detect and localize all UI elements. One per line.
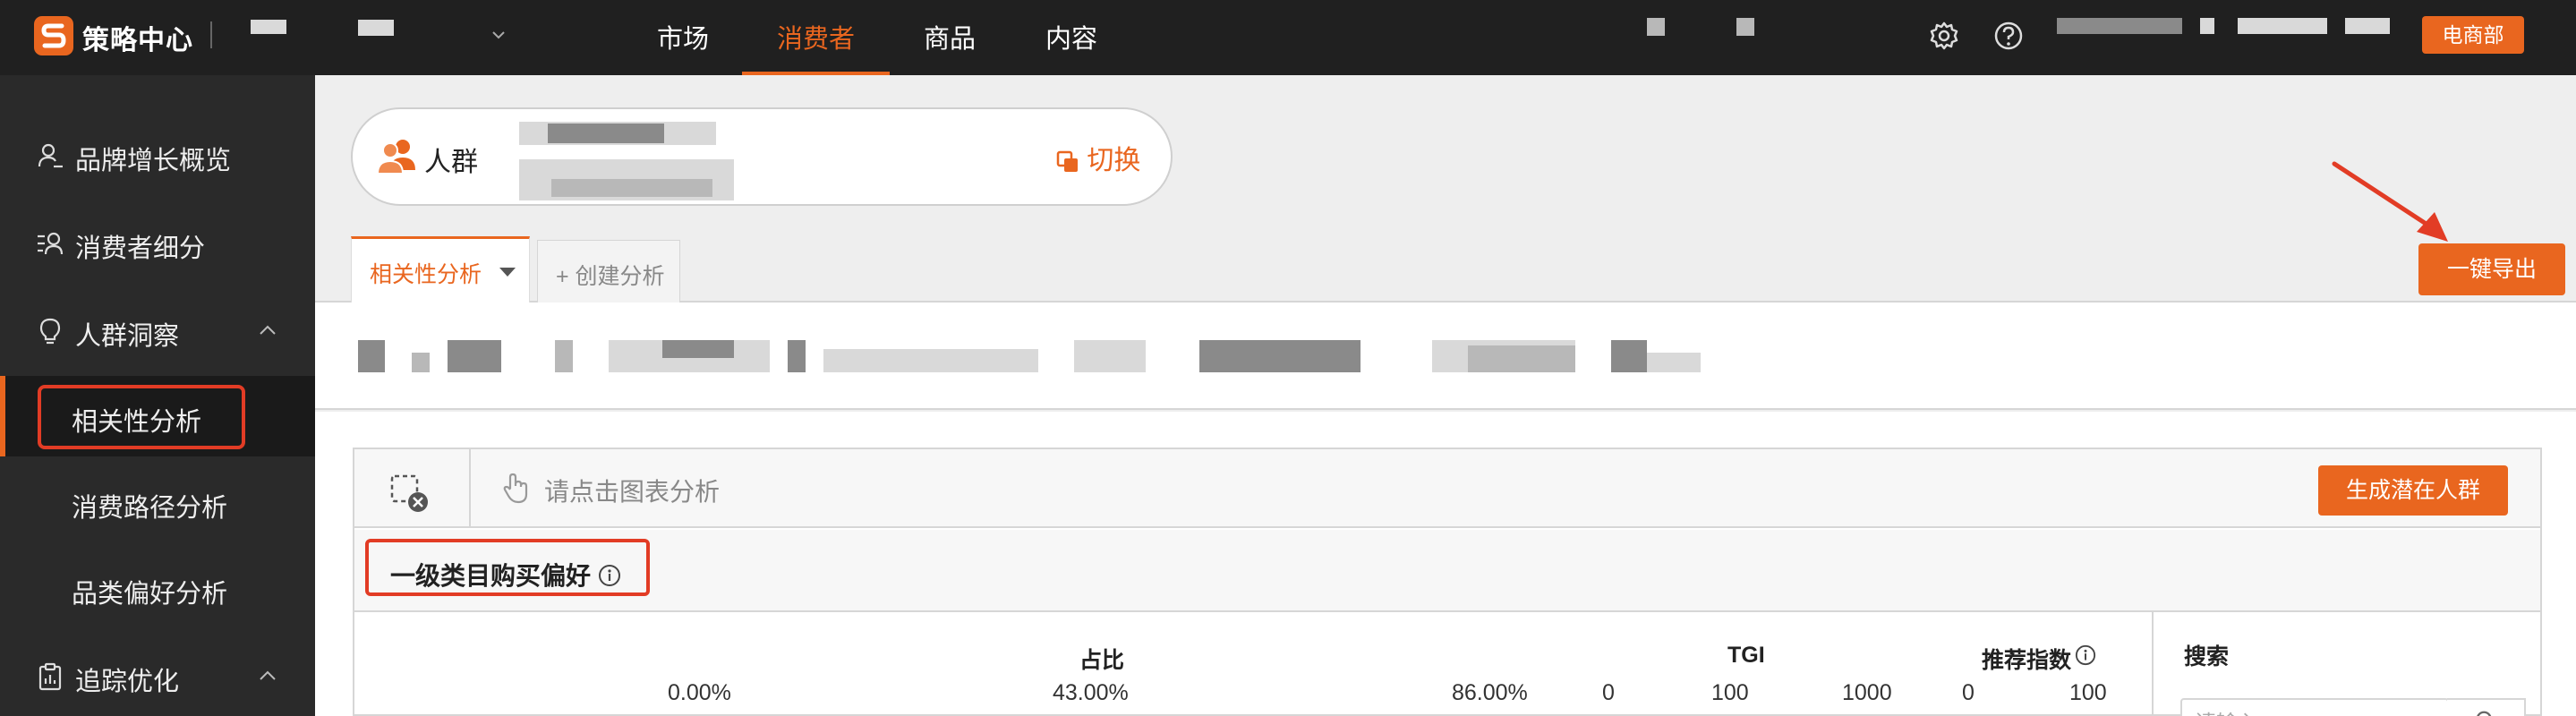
sidebar-item-label: 消费者细分 — [75, 234, 206, 263]
redacted-text — [1647, 18, 1665, 36]
logo-icon — [34, 16, 73, 55]
sidebar-item-label: 消费路径分析 — [72, 494, 228, 523]
nav-product[interactable]: 商品 — [924, 18, 976, 55]
recommend-axis-min: 0 — [1962, 680, 1975, 705]
help-icon[interactable] — [1992, 20, 2025, 52]
sidebar-item-brand-growth[interactable]: 品牌增长概览 — [0, 115, 315, 195]
search-label: 搜索 — [2184, 644, 2230, 669]
clipboard-chart-icon — [38, 662, 62, 691]
switch-crowd-link[interactable]: 切换 — [1056, 138, 1140, 177]
arrow-annotation-icon — [2332, 161, 2448, 242]
tab-label: 相关性分析 — [370, 262, 482, 287]
person-chart-icon — [38, 143, 63, 168]
search-icon — [2477, 711, 2492, 716]
nav-content[interactable]: 内容 — [1045, 18, 1097, 55]
chevron-up-icon[interactable] — [256, 320, 279, 340]
sidebar-item-crowd-insight[interactable]: 人群洞察 — [0, 290, 315, 371]
sidebar-item-label: 人群洞察 — [75, 322, 180, 351]
top-bar: 策略中心 市场 消费者 商品 内容 电商部 — [0, 0, 2576, 75]
tab-correlation-analysis[interactable]: 相关性分析 — [351, 236, 530, 303]
description-redacted — [448, 340, 501, 372]
divider — [469, 449, 471, 528]
user-list-icon — [38, 232, 64, 255]
caret-down-icon[interactable] — [499, 268, 516, 277]
column-header-share: 占比 — [1079, 648, 1125, 673]
sidebar-item-path-analysis[interactable]: 消费路径分析 — [0, 462, 315, 542]
share-axis-mid: 43.00% — [1053, 680, 1129, 705]
create-analysis-text: 创建分析 — [575, 264, 665, 289]
divider — [2152, 612, 2154, 716]
shop-selector-redacted[interactable] — [251, 20, 286, 34]
tgi-axis-mid: 100 — [1711, 680, 1749, 705]
chevron-down-icon[interactable] — [489, 25, 508, 45]
clear-selection-icon[interactable] — [388, 471, 431, 514]
sidebar-item-tracking[interactable]: 追踪优化 — [0, 635, 315, 716]
sidebar-item-correlation-analysis[interactable]: 相关性分析 — [0, 376, 315, 456]
description-redacted — [555, 340, 573, 372]
lightbulb-icon — [39, 318, 61, 345]
switch-label: 切换 — [1087, 146, 1141, 175]
column-header-tgi: TGI — [1727, 643, 1765, 668]
tab-create-analysis[interactable]: + 创建分析 — [537, 240, 680, 303]
sidebar-item-category-preference[interactable]: 品类偏好分析 — [0, 548, 315, 628]
section-header — [354, 530, 2540, 612]
search-placeholder: 请输入 — [2195, 705, 2259, 716]
column-header-recommend: 推荐指数 — [1982, 648, 2072, 673]
sidebar-item-consumer-segment[interactable]: 消费者细分 — [0, 202, 315, 283]
export-button[interactable]: 一键导出 — [2418, 243, 2565, 295]
user-name-redacted[interactable] — [2200, 18, 2214, 34]
share-axis-min: 0.00% — [668, 680, 731, 705]
description-redacted — [412, 353, 430, 372]
crowd-name-redacted — [551, 179, 712, 197]
shop-selector-redacted[interactable] — [358, 20, 394, 36]
description-redacted — [1199, 340, 1361, 372]
settings-icon[interactable] — [1928, 20, 1960, 52]
department-button[interactable]: 电商部 — [2422, 16, 2524, 54]
sidebar-item-label: 品牌增长概览 — [75, 147, 232, 175]
description-redacted — [788, 340, 806, 372]
search-button[interactable] — [2447, 698, 2526, 716]
tgi-axis-max: 1000 — [1842, 680, 1892, 705]
user-name-redacted[interactable] — [2238, 18, 2327, 34]
user-name-redacted[interactable] — [2057, 18, 2182, 34]
sidebar-item-label: 相关性分析 — [72, 408, 202, 437]
description-redacted — [1611, 340, 1647, 372]
redacted-text — [1736, 18, 1754, 36]
crowd-label: 人群 — [424, 148, 478, 177]
divider — [210, 21, 212, 48]
nav-consumer[interactable]: 消费者 — [777, 18, 855, 55]
description-redacted — [1074, 340, 1146, 372]
description-redacted — [1468, 345, 1575, 372]
generate-crowd-button[interactable]: 生成潜在人群 — [2318, 465, 2508, 516]
chart-hint-text: 请点击图表分析 — [544, 478, 721, 506]
app-title: 策略中心 — [82, 26, 193, 55]
user-name-redacted[interactable] — [2345, 18, 2390, 34]
nav-market[interactable]: 市场 — [657, 18, 709, 55]
description-redacted — [1647, 353, 1701, 372]
share-axis-max: 86.00% — [1452, 680, 1528, 705]
sidebar-item-label: 追踪优化 — [75, 668, 180, 696]
active-indicator — [0, 376, 5, 456]
description-redacted — [358, 340, 385, 372]
section-title: 一级类目购买偏好 — [390, 562, 592, 590]
info-icon[interactable] — [598, 564, 621, 587]
crowd-name-redacted — [548, 124, 664, 143]
description-redacted — [662, 340, 734, 358]
tgi-axis-min: 0 — [1602, 680, 1615, 705]
search-input[interactable]: 请输入 — [2180, 698, 2449, 716]
copy-icon — [1056, 150, 1078, 173]
recommend-axis-max: 100 — [2069, 680, 2107, 705]
chevron-up-icon[interactable] — [256, 666, 279, 686]
users-icon — [376, 140, 415, 175]
sidebar-item-label: 品类偏好分析 — [72, 580, 228, 609]
description-redacted — [823, 349, 1038, 372]
hand-pointer-icon — [503, 473, 528, 504]
info-icon[interactable] — [2075, 644, 2096, 666]
tab-label: + 创建分析 — [556, 264, 665, 289]
